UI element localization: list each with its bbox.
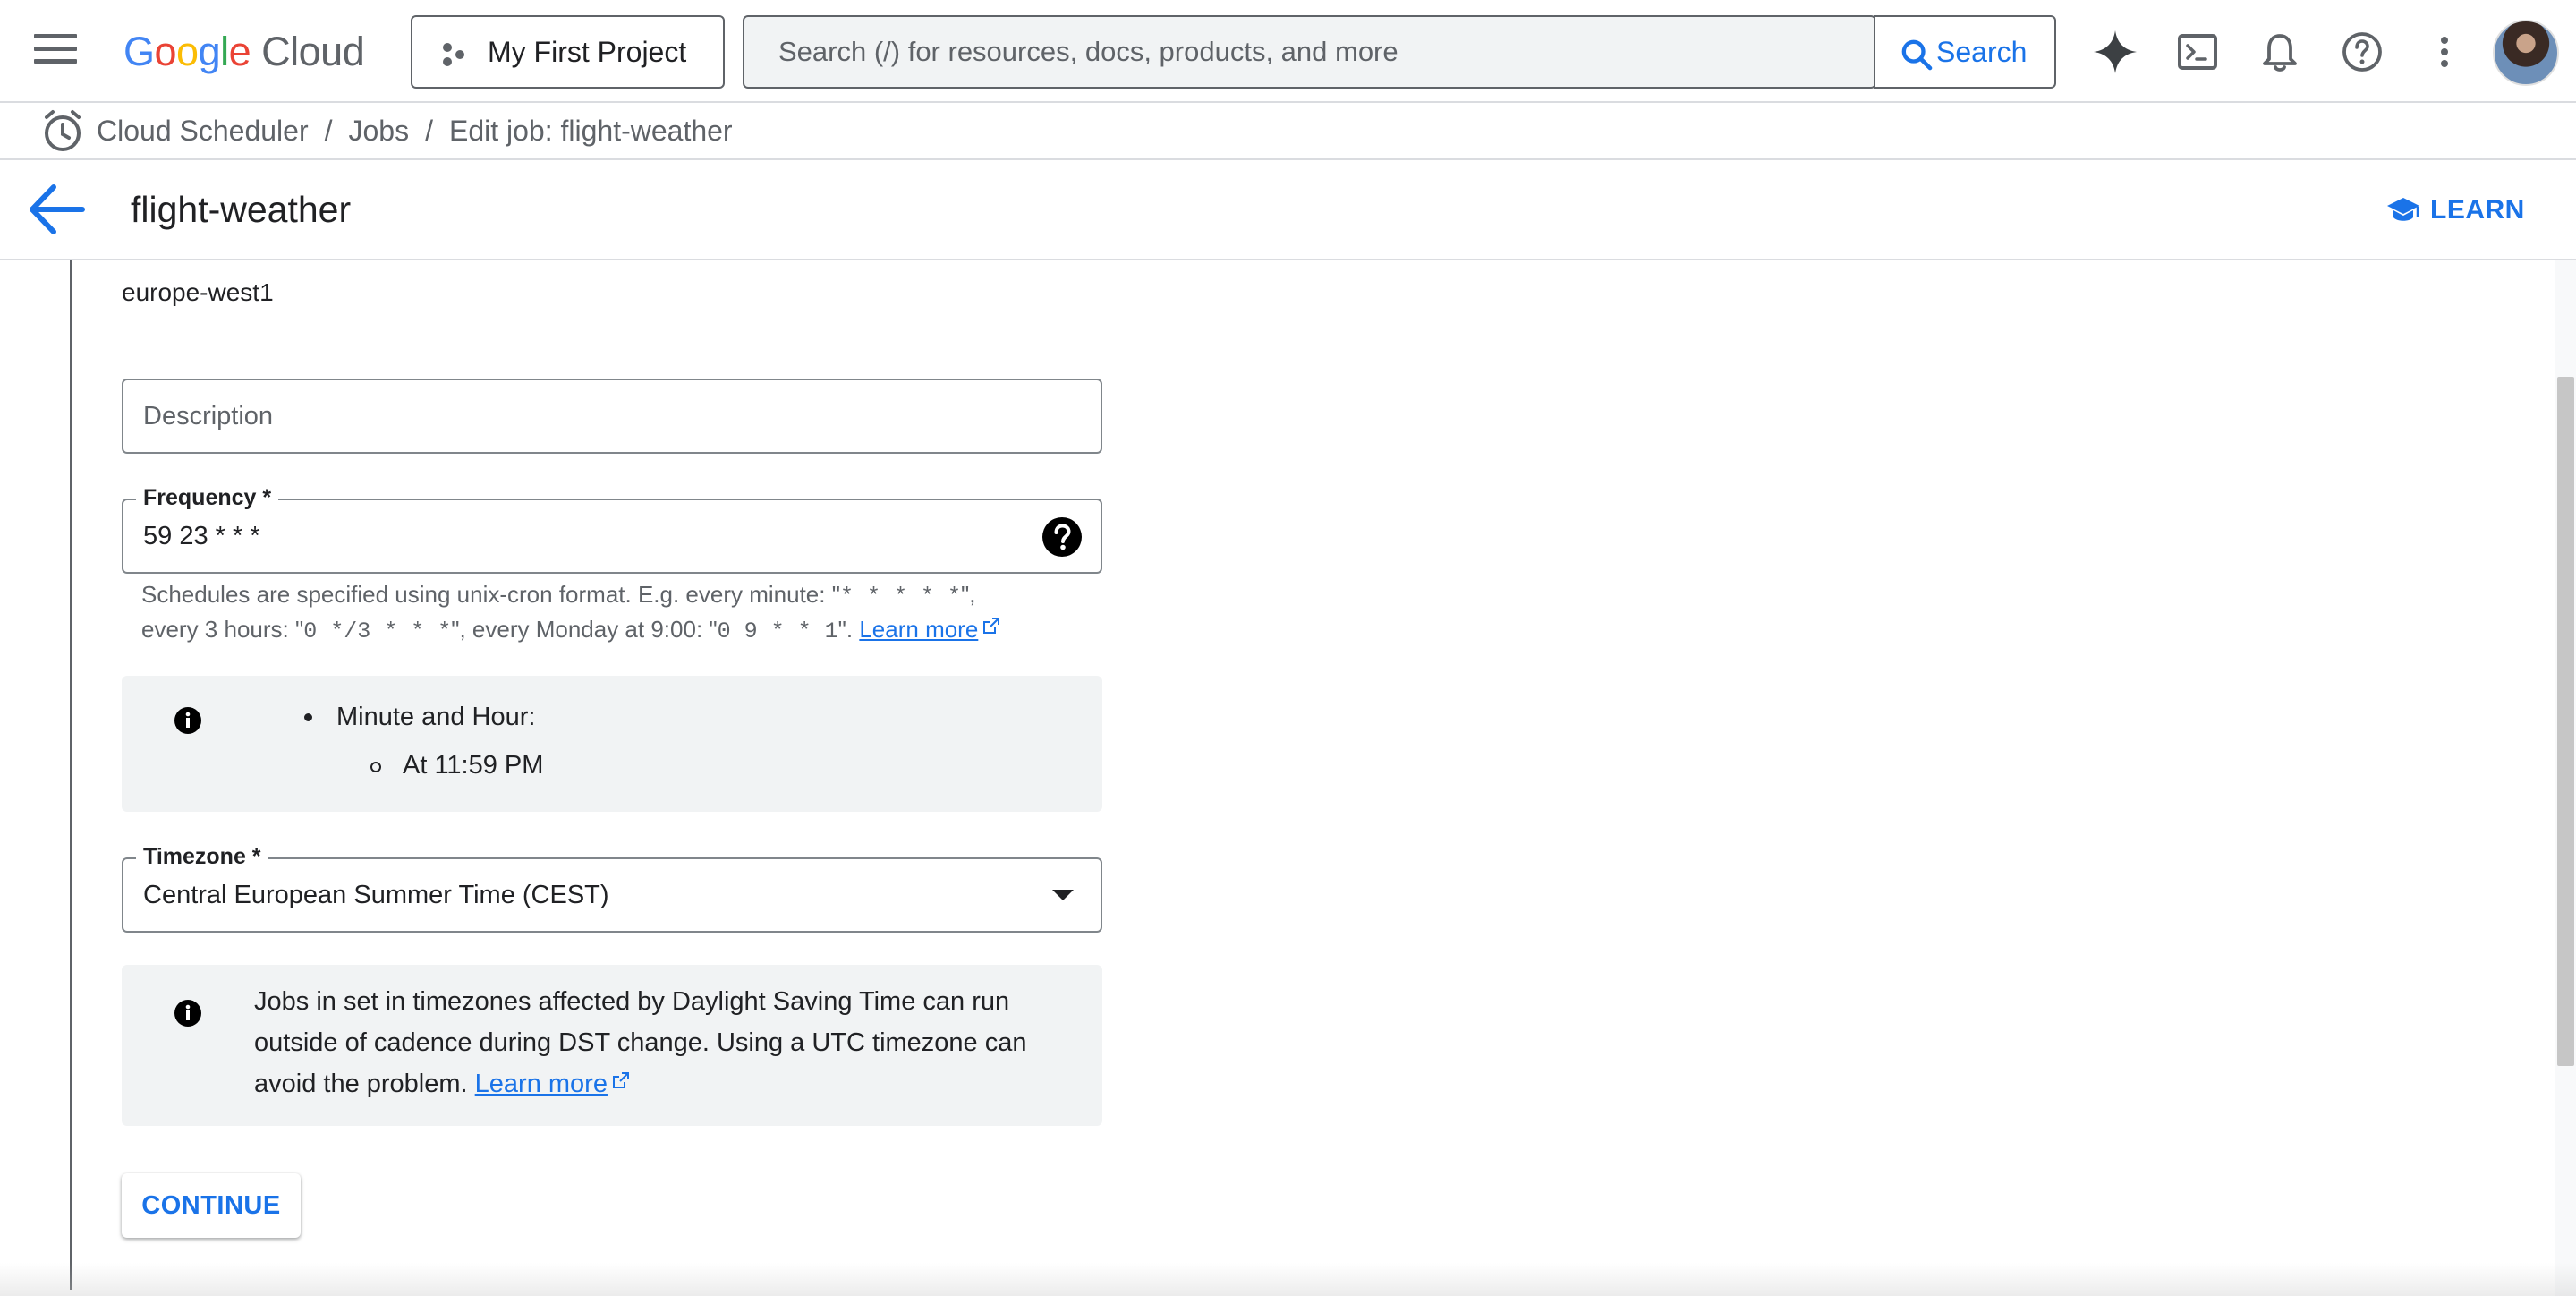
hint-text: ", every Monday at 9:00: " [451,616,718,643]
breadcrumb: Cloud Scheduler / Jobs / Edit job: flight-we… [97,103,733,158]
learn-label: LEARN [2430,195,2525,225]
search-icon [1901,39,1933,71]
breadcrumb-cloud-scheduler[interactable]: Cloud Scheduler [97,115,309,147]
search-input[interactable] [744,17,1875,87]
dst-learn-more-link[interactable]: Learn more [475,1070,608,1098]
frequency-hint: Schedules are specified using unix-cron … [141,578,1126,648]
page-title: flight-weather [131,189,352,230]
cloud-shell-icon[interactable] [2171,25,2224,79]
help-icon[interactable] [2335,25,2389,79]
hamburger-line [34,47,77,51]
hint-code: * * * * * [839,584,961,610]
summary-heading: Minute and Hour: [304,694,543,740]
back-arrow-icon[interactable] [23,180,88,239]
project-picker-label: My First Project [488,36,687,68]
dst-warning-text: Jobs in set in timezones affected by Day… [254,981,1059,1104]
hint-code: 0 9 * * 1 [717,618,838,644]
search-box[interactable] [743,15,1876,89]
account-avatar[interactable] [2493,20,2559,86]
cloud-scheduler-clock-icon [45,110,81,151]
frequency-summary-box: Minute and Hour: At 11:59 PM [122,676,1102,812]
hint-code: 0 */3 * * * [303,618,452,644]
frequency-summary-list: Minute and Hour: At 11:59 PM [304,694,543,790]
notifications-bell-icon[interactable] [2253,25,2307,79]
breadcrumb-current: Edit job: flight-weather [448,115,733,147]
breadcrumb-bar: Cloud Scheduler / Jobs / Edit job: flight-we… [0,103,2576,160]
timezone-select[interactable]: Timezone * Central European Summer Time … [122,841,1102,933]
bottom-fade [0,1263,2576,1296]
page-header: flight-weather LEARN [0,160,2576,260]
project-dots-icon [443,43,464,66]
stepper-rule [70,260,72,1290]
frequency-learn-more-link[interactable]: Learn more [859,616,978,643]
main-menu-button[interactable] [34,34,77,70]
frequency-input[interactable] [123,500,1101,572]
info-icon [174,707,201,734]
description-input[interactable] [123,380,1101,452]
timezone-value: Central European Summer Time (CEST) [143,881,609,909]
frequency-help-icon[interactable] [1041,516,1083,558]
hamburger-line [34,59,77,64]
gemini-sparkle-icon[interactable] [2088,25,2142,79]
open-in-new-icon [612,1072,629,1088]
google-cloud-logo[interactable]: Google Cloud [123,25,365,79]
dst-warning-box: Jobs in set in timezones affected by Day… [122,965,1102,1126]
continue-button[interactable]: CONTINUE [122,1173,301,1238]
learn-button[interactable]: LEARN [2385,185,2525,235]
hint-text: every 3 hours: " [141,616,304,643]
region-value: europe-west1 [122,278,274,306]
main-content: europe-west1 Frequency * Schedules are s… [0,260,2576,1296]
school-icon [2387,198,2419,221]
breadcrumb-jobs[interactable]: Jobs [348,115,409,147]
search-button[interactable]: Search [1874,15,2056,89]
scrollbar-thumb[interactable] [2557,377,2574,1066]
hint-text: ". [837,616,860,643]
dropdown-arrow-icon [1052,890,1074,900]
description-field[interactable] [122,379,1102,454]
breadcrumb-separator: / [324,115,333,147]
top-app-bar: Google Cloud My First Project Search [0,0,2576,103]
open-in-new-icon [983,618,1000,634]
info-icon [174,1000,201,1027]
project-picker-button[interactable]: My First Project [411,15,725,89]
search-button-label: Search [1936,36,2028,68]
hamburger-line [34,34,77,38]
more-vert-icon[interactable] [2418,25,2471,79]
breadcrumb-separator: / [425,115,433,147]
hint-text: ", [960,581,976,608]
dst-note-text: Jobs in set in timezones affected by Day… [254,987,1027,1098]
hint-text: Schedules are specified using unix-cron … [141,581,840,608]
summary-value: At 11:59 PM [304,740,543,790]
frequency-field[interactable]: Frequency * [122,482,1102,574]
